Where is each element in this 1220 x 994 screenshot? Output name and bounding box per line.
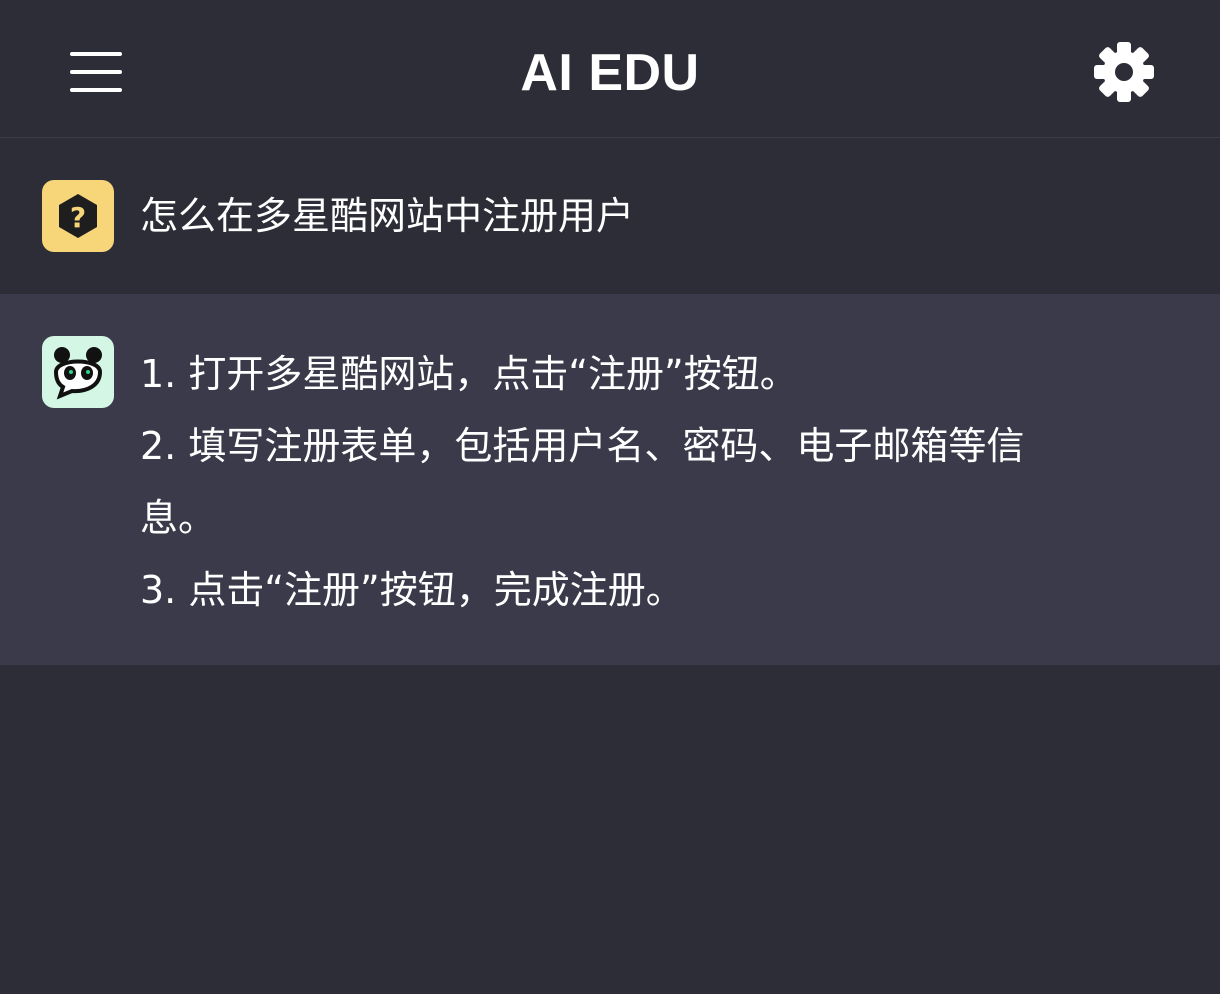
- bot-avatar: [42, 336, 114, 408]
- question-text: 怎么在多星酷网站中注册用户: [140, 194, 635, 238]
- gear-icon: [1094, 42, 1154, 102]
- panda-bot-icon: [53, 347, 103, 400]
- top-app-bar: AI EDU: [0, 0, 1220, 138]
- answer-line: 息。: [140, 496, 217, 540]
- user-avatar: ?: [42, 180, 114, 252]
- svg-text:?: ?: [70, 201, 86, 234]
- question-hexagon-icon: ?: [59, 194, 97, 238]
- settings-button[interactable]: [1090, 38, 1158, 106]
- answer-line: 2. 填写注册表单，包括用户名、密码、电子邮箱等信: [140, 424, 1025, 468]
- answer-text: 1. 打开多星酷网站，点击“注册”按钮。 2. 填写注册表单，包括用户名、密码、…: [140, 338, 1140, 626]
- user-question-message: ? 怎么在多星酷网站中注册用户: [0, 139, 1220, 294]
- bot-answer-message: 1. 打开多星酷网站，点击“注册”按钮。 2. 填写注册表单，包括用户名、密码、…: [0, 294, 1220, 665]
- answer-line: 1. 打开多星酷网站，点击“注册”按钮。: [140, 352, 798, 396]
- answer-line: 3. 点击“注册”按钮，完成注册。: [140, 568, 684, 612]
- app-title: AI EDU: [520, 44, 700, 102]
- chat-app: AI EDU ? 怎么在多星酷网站中注册用户 1. 打开多星酷网站，点击“注册”…: [0, 0, 1220, 994]
